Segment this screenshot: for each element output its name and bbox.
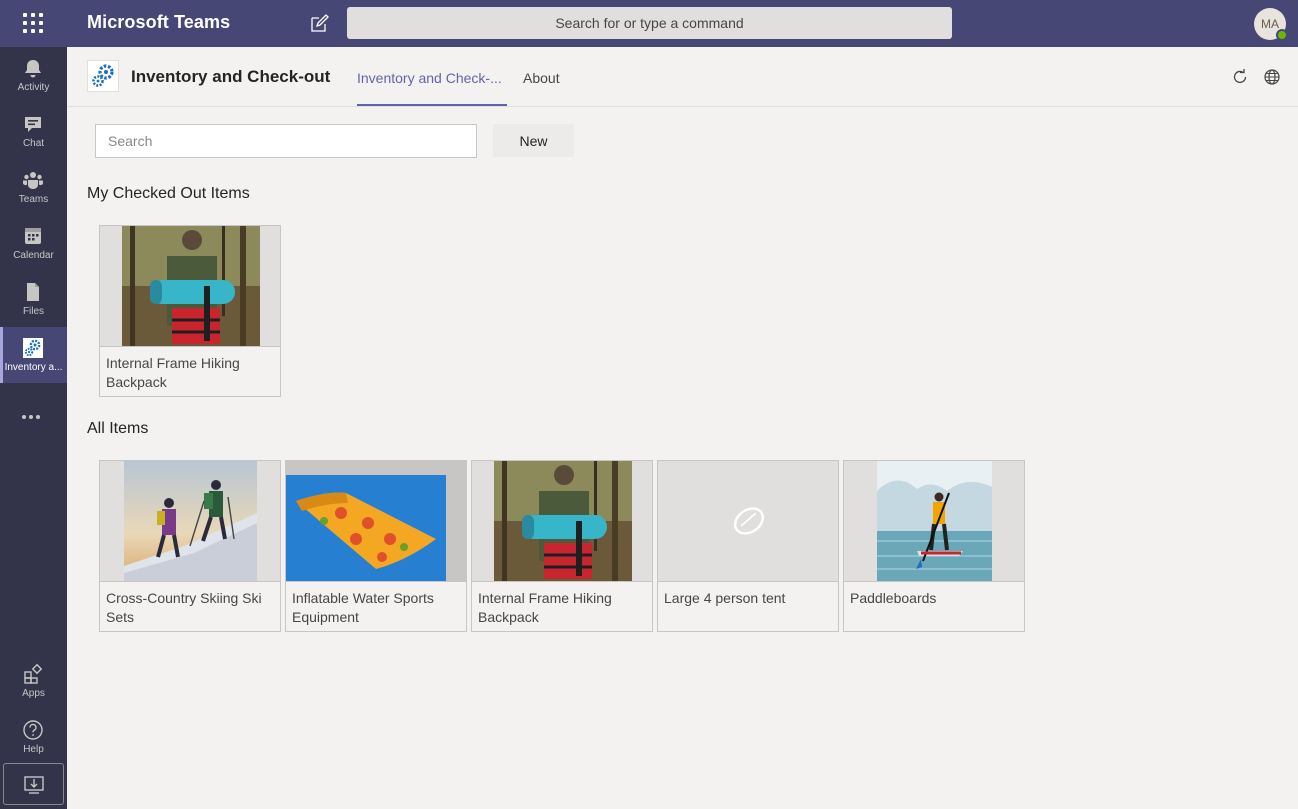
section-title-checked-out: My Checked Out Items — [87, 185, 250, 202]
app-logo — [87, 60, 119, 92]
item-card-label: Cross-Country Skiing Ski Sets — [106, 590, 262, 625]
help-icon — [23, 720, 43, 740]
bell-icon — [25, 60, 41, 78]
rail-item-activity[interactable]: Activity — [0, 47, 67, 103]
rail-label: Help — [23, 744, 44, 755]
chat-icon — [25, 117, 41, 132]
backpack-photo — [122, 226, 260, 346]
placeholder-icon — [733, 507, 765, 535]
more-apps-icon[interactable] — [22, 406, 46, 419]
app-bar: Activity Chat Teams Calendar Files Inven… — [0, 47, 67, 809]
rail-item-chat[interactable]: Chat — [0, 103, 67, 159]
item-card[interactable]: Cross-Country Skiing Ski Sets — [99, 460, 281, 632]
file-icon — [27, 283, 39, 301]
gear-icon — [92, 64, 114, 87]
apps-icon — [24, 663, 43, 684]
pizza-float-photo — [286, 461, 466, 581]
rail-item-files[interactable]: Files — [0, 271, 67, 327]
avatar-initials: MA — [1261, 17, 1279, 31]
item-image — [100, 226, 280, 347]
item-card-label: Internal Frame Hiking Backpack — [106, 355, 240, 390]
download-button[interactable] — [3, 763, 64, 805]
page-title: Inventory and Check-out — [131, 67, 331, 86]
app-launcher-icon[interactable] — [22, 12, 44, 34]
globe-icon[interactable] — [1263, 68, 1281, 86]
item-card-label: Inflatable Water Sports Equipment — [292, 590, 434, 625]
command-search-box[interactable]: Search for or type a command — [347, 7, 952, 39]
app-header: Inventory and Check-out Inventory and Ch… — [67, 47, 1298, 107]
teams-icon — [23, 172, 43, 189]
item-image — [658, 461, 838, 582]
paddleboard-photo — [877, 461, 992, 581]
rail-label: Activity — [17, 82, 50, 93]
item-image — [100, 461, 280, 582]
rail-label: Files — [22, 306, 45, 317]
active-tab-indicator — [357, 104, 507, 106]
avatar[interactable]: MA — [1254, 8, 1288, 41]
item-image — [472, 461, 652, 582]
calendar-icon — [25, 228, 41, 244]
item-card[interactable]: Internal Frame Hiking Backpack — [99, 225, 281, 397]
refresh-icon[interactable] — [1231, 68, 1249, 86]
item-card[interactable]: Internal Frame Hiking Backpack — [471, 460, 653, 632]
rail-label: Calendar — [13, 250, 54, 261]
title-bar: Microsoft Teams Search for or type a com… — [0, 0, 1298, 47]
item-card[interactable]: Paddleboards — [843, 460, 1025, 632]
download-icon — [24, 776, 44, 794]
hikers-photo — [124, 461, 257, 581]
compose-icon[interactable] — [307, 12, 331, 36]
app-name: Microsoft Teams — [87, 12, 231, 32]
item-image — [286, 461, 466, 582]
item-card-label: Paddleboards — [850, 590, 937, 606]
item-card-label: Internal Frame Hiking Backpack — [478, 590, 612, 625]
rail-item-apps[interactable]: Apps — [0, 653, 67, 709]
item-image — [844, 461, 1024, 582]
rail-item-inventory[interactable]: Inventory a... — [0, 327, 67, 383]
item-card[interactable]: Large 4 person tent — [657, 460, 839, 632]
rail-item-calendar[interactable]: Calendar — [0, 215, 67, 271]
rail-label: Teams — [18, 194, 49, 205]
rail-label: Chat — [22, 138, 45, 149]
rail-label: Apps — [22, 688, 45, 699]
rail-item-teams[interactable]: Teams — [0, 159, 67, 215]
new-button[interactable]: New — [493, 124, 574, 157]
backpack-photo — [494, 461, 632, 581]
item-card-label: Large 4 person tent — [664, 590, 786, 606]
tab-inventory[interactable]: Inventory and Check-... — [357, 70, 502, 86]
section-title-all-items: All Items — [87, 420, 149, 437]
search-input[interactable] — [95, 124, 477, 158]
rail-item-help[interactable]: Help — [0, 709, 67, 765]
presence-available-icon — [1276, 29, 1288, 41]
item-card[interactable]: Inflatable Water Sports Equipment — [285, 460, 467, 632]
gear-icon — [23, 338, 43, 358]
rail-label: Inventory a... — [4, 362, 63, 373]
tab-about[interactable]: About — [523, 70, 560, 86]
